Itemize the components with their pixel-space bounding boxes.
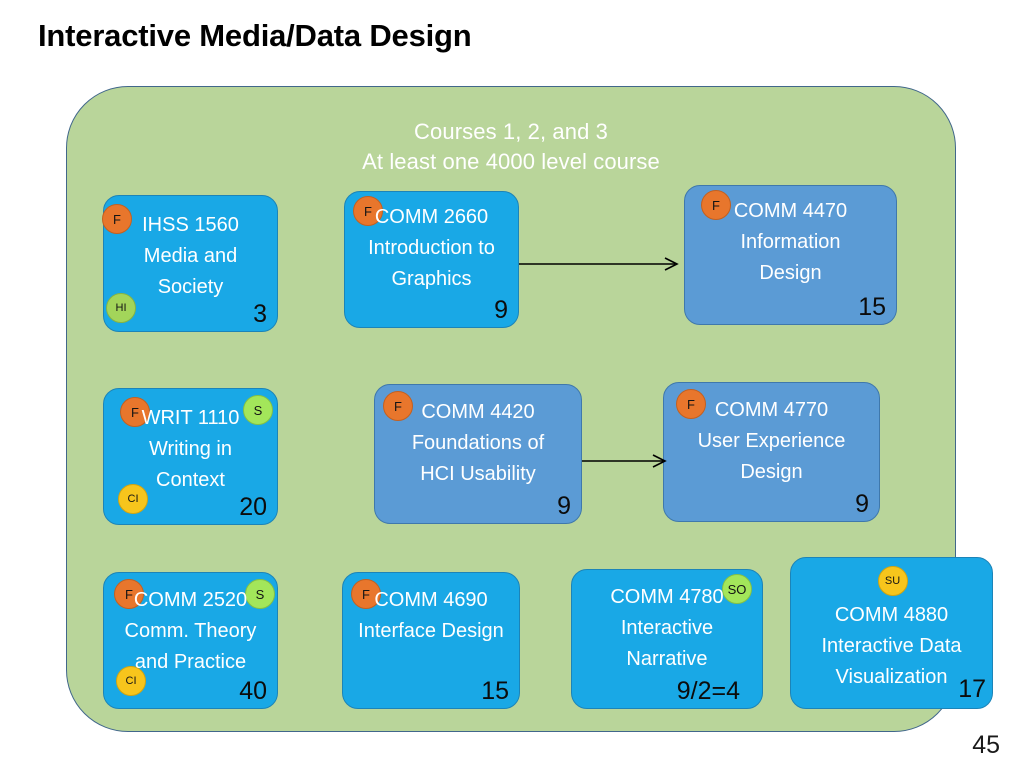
course-title-line-2: Design bbox=[740, 461, 803, 483]
course-credits: 9 bbox=[557, 492, 571, 520]
program-panel: Courses 1, 2, and 3 At least one 4000 le… bbox=[66, 86, 993, 732]
course-title-line-2: Society bbox=[157, 276, 224, 298]
badge-su-icon: SU bbox=[877, 566, 908, 596]
course-code: COMM 4690 bbox=[374, 589, 488, 611]
arrow-comm-4420-to-comm-4770 bbox=[582, 454, 667, 468]
course-title-line-2: HCI Usability bbox=[420, 463, 536, 485]
course-title-line-2: Graphics bbox=[391, 268, 472, 290]
course-code: COMM 4470 bbox=[733, 200, 848, 222]
panel-heading: Courses 1, 2, and 3 At least one 4000 le… bbox=[67, 117, 955, 177]
panel-heading-line-1: Courses 1, 2, and 3 bbox=[414, 119, 608, 144]
course-title-line-2: Design bbox=[759, 262, 822, 284]
course-box-comm-4780[interactable]: SO COMM 4780 Interactive Narrative 9/2=4 bbox=[571, 569, 763, 709]
course-code: COMM 4780 bbox=[610, 586, 724, 608]
course-code: COMM 4770 bbox=[714, 399, 829, 421]
course-credits: 15 bbox=[481, 677, 509, 705]
course-title-line-1: User Experience bbox=[697, 430, 846, 452]
course-code: COMM 4880 bbox=[834, 604, 949, 626]
course-box-writ-1110[interactable]: F S CI WRIT 1110 Writing in Context 20 bbox=[103, 388, 278, 525]
course-code: WRIT 1110 bbox=[141, 407, 240, 429]
course-title-line-1: Writing in bbox=[149, 438, 232, 460]
course-title-line-1: Media and bbox=[143, 245, 238, 267]
course-title-line-1: Interactive bbox=[620, 617, 714, 639]
course-credits: 9 bbox=[855, 490, 869, 518]
course-credits: 40 bbox=[239, 677, 267, 705]
course-credits: 9/2=4 bbox=[676, 677, 740, 705]
course-title-line-1: Foundations of bbox=[411, 432, 545, 454]
course-credits: 20 bbox=[239, 493, 267, 521]
course-code: IHSS 1560 bbox=[142, 214, 239, 236]
course-code: COMM 2520 bbox=[133, 589, 248, 611]
course-title-line-2: and Practice bbox=[134, 651, 247, 673]
course-title-line-2: Narrative bbox=[626, 648, 708, 670]
course-title-line-1: Comm. Theory bbox=[124, 620, 257, 642]
course-title-line-1: Information bbox=[740, 231, 841, 253]
course-credits: 17 bbox=[958, 675, 986, 703]
course-box-comm-2520[interactable]: F S CI COMM 2520 Comm. Theory and Practi… bbox=[103, 572, 278, 709]
page-number: 45 bbox=[972, 731, 1000, 759]
course-box-comm-4420[interactable]: F COMM 4420 Foundations of HCI Usability… bbox=[374, 384, 582, 524]
course-title-line-1: Interface Design bbox=[358, 620, 504, 642]
arrow-comm-2660-to-comm-4470 bbox=[519, 257, 679, 271]
course-credits: 9 bbox=[494, 296, 508, 324]
course-title-line-2: Context bbox=[156, 469, 225, 491]
page-title: Interactive Media/Data Design bbox=[38, 18, 472, 53]
course-box-comm-4470[interactable]: F COMM 4470 Information Design 15 bbox=[684, 185, 897, 325]
course-title-line-1: Introduction to bbox=[368, 237, 495, 259]
course-box-comm-4690[interactable]: F COMM 4690 Interface Design 15 bbox=[342, 572, 520, 709]
panel-heading-line-2: At least one 4000 level course bbox=[362, 149, 660, 174]
course-box-comm-4880[interactable]: SU COMM 4880 Interactive Data Visualizat… bbox=[790, 557, 993, 709]
course-code: COMM 4420 bbox=[421, 401, 535, 423]
course-box-comm-2660[interactable]: F COMM 2660 Introduction to Graphics 9 bbox=[344, 191, 519, 328]
course-code: COMM 2660 bbox=[374, 206, 489, 228]
course-credits: 15 bbox=[858, 293, 886, 321]
course-credits: 3 bbox=[253, 300, 267, 328]
course-box-ihss-1560[interactable]: F HI IHSS 1560 Media and Society 3 bbox=[102, 195, 278, 332]
course-box-comm-4770[interactable]: F COMM 4770 User Experience Design 9 bbox=[663, 382, 880, 522]
course-title-line-1: Interactive Data bbox=[821, 635, 962, 657]
